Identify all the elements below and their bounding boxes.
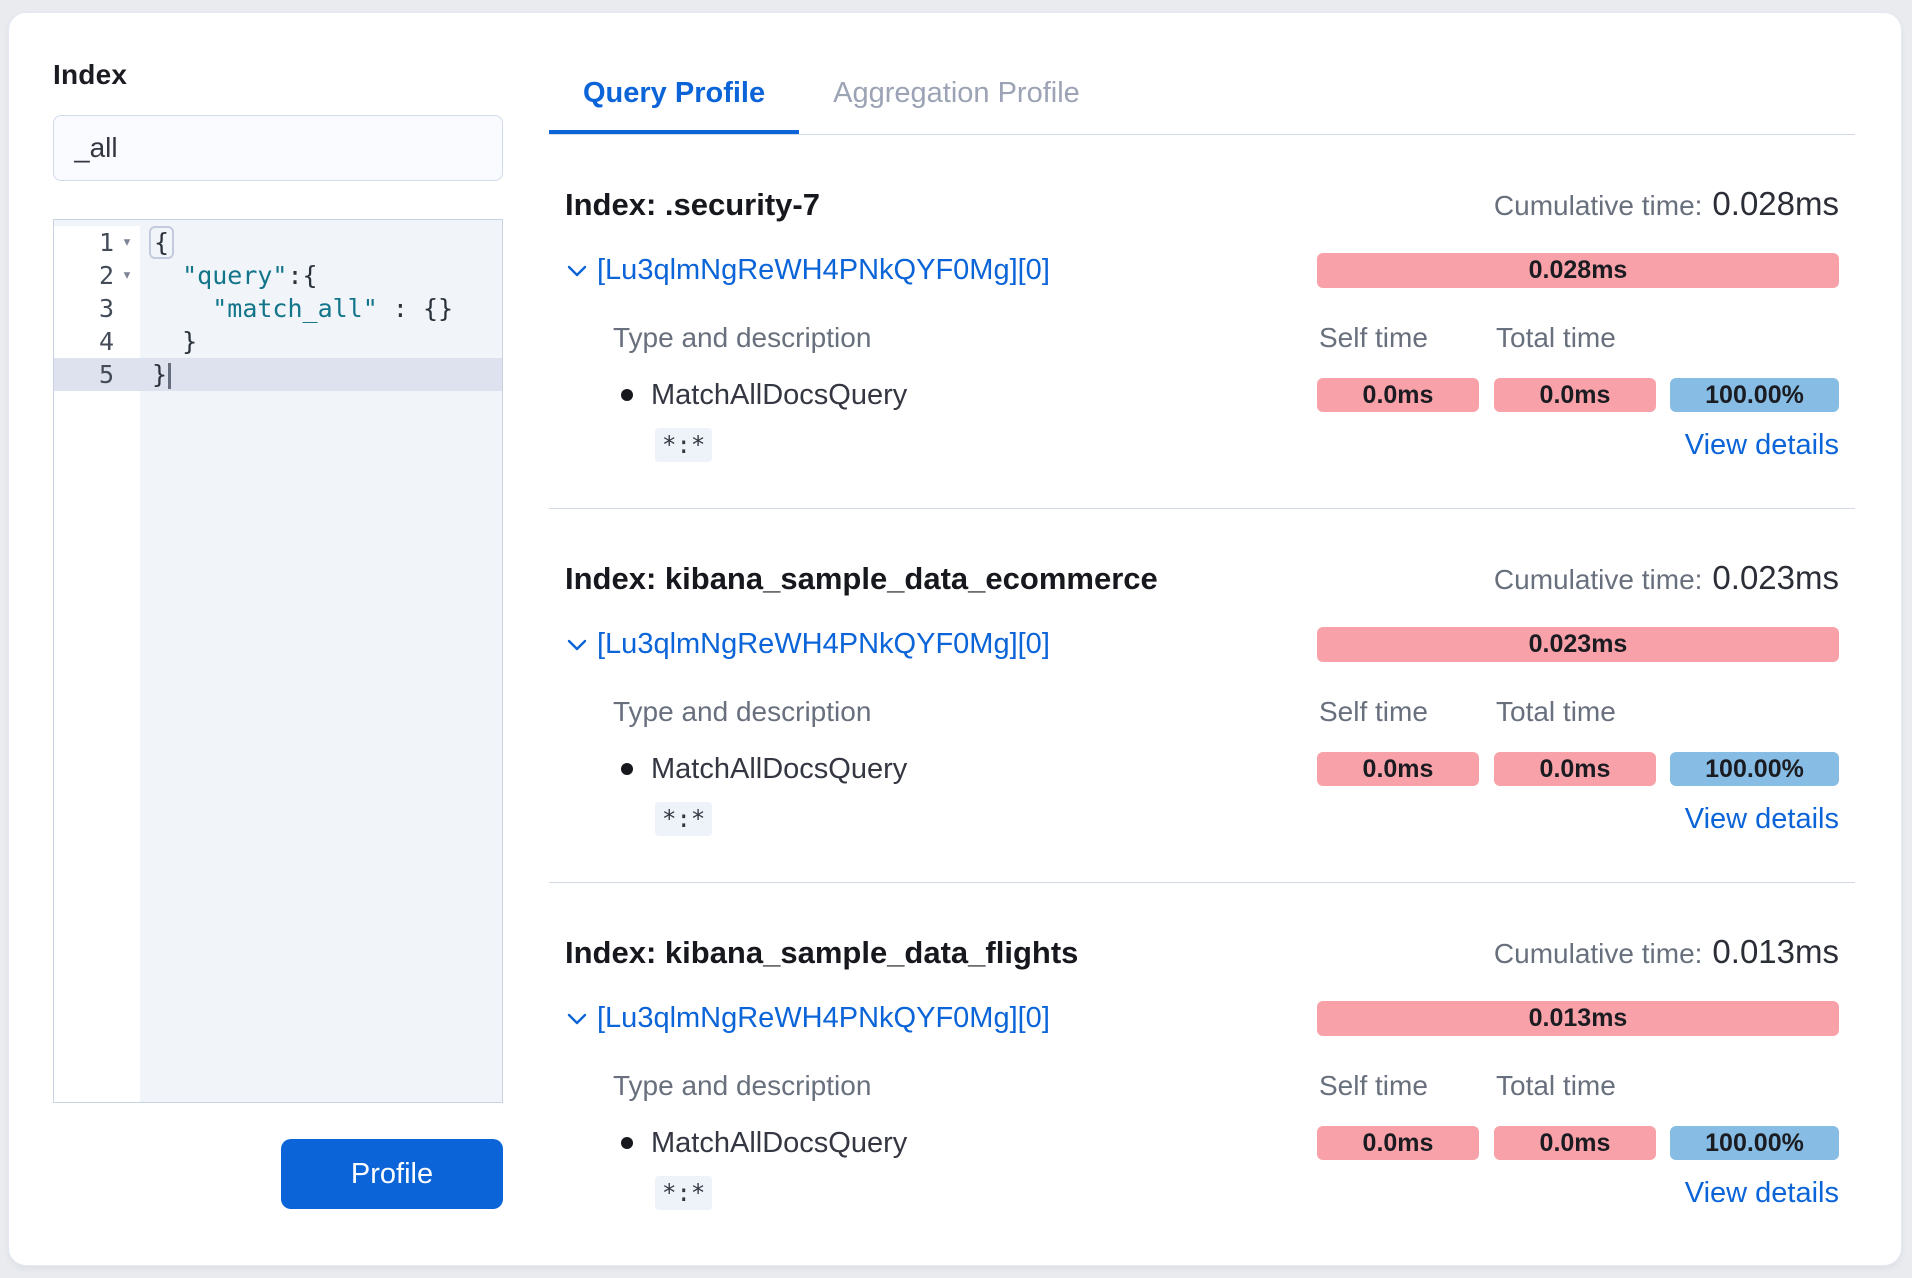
code-text: }: [152, 360, 167, 389]
shard-time-badge: 0.023ms: [1317, 627, 1839, 662]
shard-toggle-link[interactable]: [Lu3qlmNgReWH4PNkQYF0Mg][0]: [565, 254, 1050, 287]
percent-badge: 100.00%: [1670, 378, 1839, 412]
editor-active-line: 5 }: [54, 358, 502, 391]
editor-line: 1▾ {: [54, 226, 502, 259]
cumulative-time-label: Cumulative time:: [1494, 938, 1703, 970]
index-title: Index: kibana_sample_data_flights: [565, 935, 1078, 971]
query-type: MatchAllDocsQuery: [651, 1127, 907, 1160]
cumulative-time-value: 0.028ms: [1712, 185, 1839, 223]
index-section-ecommerce: Index: kibana_sample_data_ecommerce Cumu…: [549, 509, 1855, 883]
editor-line: 3 "match_all" : {}: [54, 292, 502, 325]
bullet-icon: [621, 1137, 633, 1149]
self-time-header: Self time: [1317, 322, 1479, 354]
line-number: 3: [99, 292, 114, 325]
total-time-header: Total time: [1494, 1070, 1656, 1102]
text-cursor: [168, 363, 171, 389]
shard-time-badge: 0.028ms: [1317, 253, 1839, 288]
view-details-link[interactable]: View details: [1685, 1177, 1839, 1210]
self-time-badge: 0.0ms: [1317, 1126, 1479, 1160]
self-time-header: Self time: [1317, 696, 1479, 728]
lucene-query-chip: *:*: [655, 428, 712, 462]
total-time-badge: 0.0ms: [1494, 1126, 1656, 1160]
cumulative-time-value: 0.023ms: [1712, 559, 1839, 597]
code-text: }: [152, 327, 197, 356]
editor-gutter: [54, 391, 140, 1102]
chevron-down-icon: [565, 259, 589, 283]
shard-time-badge: 0.013ms: [1317, 1001, 1839, 1036]
total-time-badge: 0.0ms: [1494, 378, 1656, 412]
query-row: MatchAllDocsQuery 0.0ms 0.0ms 100.00%: [613, 1126, 1839, 1160]
type-description-header: Type and description: [613, 696, 871, 728]
editor-line: 4 }: [54, 325, 502, 358]
profile-button[interactable]: Profile: [281, 1139, 503, 1209]
view-details-link[interactable]: View details: [1685, 803, 1839, 836]
json-code-editor[interactable]: 1▾ { 2▾ "query":{ 3 "match_all" : {} 4 }…: [53, 219, 503, 1103]
type-description-header: Type and description: [613, 322, 871, 354]
query-type: MatchAllDocsQuery: [651, 753, 907, 786]
search-profiler-panel: Index 1▾ { 2▾ "query":{ 3 "match_all" : …: [8, 12, 1902, 1266]
line-number: 1: [99, 226, 114, 259]
lucene-query-chip: *:*: [655, 802, 712, 836]
cumulative-time-value: 0.013ms: [1712, 933, 1839, 971]
code-text: {: [149, 226, 174, 259]
bullet-icon: [621, 763, 633, 775]
fold-arrow-icon[interactable]: ▾: [114, 226, 140, 259]
total-time-badge: 0.0ms: [1494, 752, 1656, 786]
total-time-header: Total time: [1494, 696, 1656, 728]
line-number: 5: [99, 358, 114, 391]
percent-badge: 100.00%: [1670, 752, 1839, 786]
index-section-flights: Index: kibana_sample_data_flights Cumula…: [549, 883, 1855, 1256]
code-text: [152, 294, 212, 323]
line-number: 4: [99, 325, 114, 358]
tab-query-profile[interactable]: Query Profile: [549, 61, 799, 134]
tab-aggregation-profile[interactable]: Aggregation Profile: [799, 61, 1114, 134]
cumulative-time-label: Cumulative time:: [1494, 190, 1703, 222]
line-number: 2: [99, 259, 114, 292]
query-editor-panel: Index 1▾ { 2▾ "query":{ 3 "match_all" : …: [9, 13, 549, 1265]
shard-toggle-link[interactable]: [Lu3qlmNgReWH4PNkQYF0Mg][0]: [565, 628, 1050, 661]
total-time-header: Total time: [1494, 322, 1656, 354]
type-description-header: Type and description: [613, 1070, 871, 1102]
self-time-badge: 0.0ms: [1317, 378, 1479, 412]
chevron-down-icon: [565, 633, 589, 657]
query-type: MatchAllDocsQuery: [651, 379, 907, 412]
code-text: [152, 261, 182, 290]
self-time-header: Self time: [1317, 1070, 1479, 1102]
index-label: Index: [53, 59, 549, 91]
self-time-badge: 0.0ms: [1317, 752, 1479, 786]
editor-line: 2▾ "query":{: [54, 259, 502, 292]
profile-results-panel: Query Profile Aggregation Profile Index:…: [549, 13, 1901, 1265]
query-row: MatchAllDocsQuery 0.0ms 0.0ms 100.00%: [613, 752, 1839, 786]
shard-toggle-link[interactable]: [Lu3qlmNgReWH4PNkQYF0Mg][0]: [565, 1002, 1050, 1035]
bullet-icon: [621, 389, 633, 401]
index-title: Index: kibana_sample_data_ecommerce: [565, 561, 1158, 597]
index-input[interactable]: [53, 115, 503, 181]
percent-badge: 100.00%: [1670, 1126, 1839, 1160]
query-row: MatchAllDocsQuery 0.0ms 0.0ms 100.00%: [613, 378, 1839, 412]
cumulative-time-label: Cumulative time:: [1494, 564, 1703, 596]
chevron-down-icon: [565, 1007, 589, 1031]
lucene-query-chip: *:*: [655, 1176, 712, 1210]
index-section-security-7: Index: .security-7 Cumulative time: 0.02…: [549, 135, 1855, 509]
fold-arrow-icon[interactable]: ▾: [114, 259, 140, 292]
profile-tabs: Query Profile Aggregation Profile: [549, 13, 1855, 135]
index-title: Index: .security-7: [565, 187, 820, 223]
view-details-link[interactable]: View details: [1685, 429, 1839, 462]
